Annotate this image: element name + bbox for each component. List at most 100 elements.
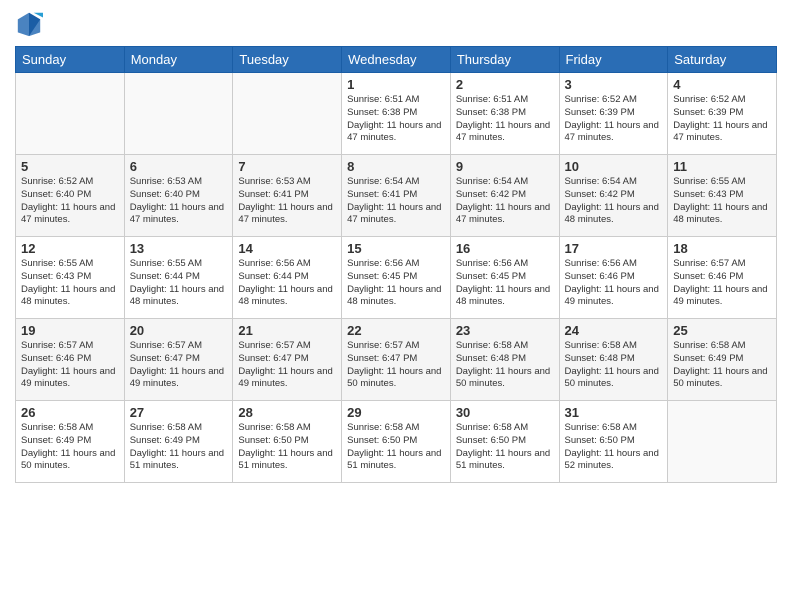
calendar-cell: [668, 401, 777, 483]
day-info: Sunrise: 6:56 AM Sunset: 6:46 PM Dayligh…: [565, 258, 663, 309]
day-info: Sunrise: 6:57 AM Sunset: 6:47 PM Dayligh…: [347, 340, 445, 391]
col-header-friday: Friday: [559, 47, 668, 73]
day-info: Sunrise: 6:57 AM Sunset: 6:46 PM Dayligh…: [673, 258, 771, 309]
calendar-cell: 23 Sunrise: 6:58 AM Sunset: 6:48 PM Dayli…: [450, 319, 559, 401]
header: [15, 10, 777, 38]
day-number: 12: [21, 241, 119, 256]
day-number: 16: [456, 241, 554, 256]
day-number: 26: [21, 405, 119, 420]
col-header-monday: Monday: [124, 47, 233, 73]
logo-icon: [15, 10, 43, 38]
calendar-week-row: 1 Sunrise: 6:51 AM Sunset: 6:38 PM Daylig…: [16, 73, 777, 155]
day-number: 27: [130, 405, 228, 420]
calendar-cell: 1 Sunrise: 6:51 AM Sunset: 6:38 PM Daylig…: [342, 73, 451, 155]
calendar: SundayMondayTuesdayWednesdayThursdayFrid…: [15, 46, 777, 483]
calendar-cell: 2 Sunrise: 6:51 AM Sunset: 6:38 PM Daylig…: [450, 73, 559, 155]
day-number: 4: [673, 77, 771, 92]
day-number: 31: [565, 405, 663, 420]
day-info: Sunrise: 6:54 AM Sunset: 6:41 PM Dayligh…: [347, 176, 445, 227]
day-number: 23: [456, 323, 554, 338]
day-number: 22: [347, 323, 445, 338]
calendar-week-row: 19Sunrise: 6:57 AM Sunset: 6:46 PM Dayli…: [16, 319, 777, 401]
day-info: Sunrise: 6:56 AM Sunset: 6:45 PM Dayligh…: [456, 258, 554, 309]
day-number: 5: [21, 159, 119, 174]
day-number: 29: [347, 405, 445, 420]
calendar-cell: 13Sunrise: 6:55 AM Sunset: 6:44 PM Dayli…: [124, 237, 233, 319]
col-header-wednesday: Wednesday: [342, 47, 451, 73]
calendar-cell: 25 Sunrise: 6:58 AM Sunset: 6:49 PM Dayli…: [668, 319, 777, 401]
day-info: Sunrise: 6:51 AM Sunset: 6:38 PM Dayligh…: [456, 94, 554, 145]
day-info: Sunrise: 6:52 AM Sunset: 6:39 PM Dayligh…: [565, 94, 663, 145]
day-info: Sunrise: 6:57 AM Sunset: 6:47 PM Dayligh…: [238, 340, 336, 391]
day-info: Sunrise: 6:58 AM Sunset: 6:50 PM Dayligh…: [347, 422, 445, 473]
calendar-cell: 7 Sunrise: 6:53 AM Sunset: 6:41 PM Daylig…: [233, 155, 342, 237]
day-number: 9: [456, 159, 554, 174]
day-number: 10: [565, 159, 663, 174]
calendar-header-row: SundayMondayTuesdayWednesdayThursdayFrid…: [16, 47, 777, 73]
calendar-cell: 5Sunrise: 6:52 AM Sunset: 6:40 PM Daylig…: [16, 155, 125, 237]
day-info: Sunrise: 6:58 AM Sunset: 6:49 PM Dayligh…: [130, 422, 228, 473]
day-info: Sunrise: 6:53 AM Sunset: 6:40 PM Dayligh…: [130, 176, 228, 227]
day-number: 6: [130, 159, 228, 174]
calendar-cell: 31 Sunrise: 6:58 AM Sunset: 6:50 PM Dayli…: [559, 401, 668, 483]
day-number: 11: [673, 159, 771, 174]
calendar-cell: 14Sunrise: 6:56 AM Sunset: 6:44 PM Dayli…: [233, 237, 342, 319]
page: SundayMondayTuesdayWednesdayThursdayFrid…: [0, 0, 792, 612]
day-info: Sunrise: 6:55 AM Sunset: 6:43 PM Dayligh…: [673, 176, 771, 227]
calendar-cell: 8 Sunrise: 6:54 AM Sunset: 6:41 PM Daylig…: [342, 155, 451, 237]
day-info: Sunrise: 6:51 AM Sunset: 6:38 PM Dayligh…: [347, 94, 445, 145]
day-number: 25: [673, 323, 771, 338]
calendar-cell: [233, 73, 342, 155]
calendar-week-row: 26 Sunrise: 6:58 AM Sunset: 6:49 PM Dayli…: [16, 401, 777, 483]
calendar-cell: 27 Sunrise: 6:58 AM Sunset: 6:49 PM Dayli…: [124, 401, 233, 483]
calendar-cell: 9 Sunrise: 6:54 AM Sunset: 6:42 PM Daylig…: [450, 155, 559, 237]
day-number: 8: [347, 159, 445, 174]
calendar-cell: 3 Sunrise: 6:52 AM Sunset: 6:39 PM Daylig…: [559, 73, 668, 155]
day-info: Sunrise: 6:58 AM Sunset: 6:48 PM Dayligh…: [456, 340, 554, 391]
calendar-cell: 24 Sunrise: 6:58 AM Sunset: 6:48 PM Dayli…: [559, 319, 668, 401]
day-info: Sunrise: 6:54 AM Sunset: 6:42 PM Dayligh…: [565, 176, 663, 227]
calendar-cell: [16, 73, 125, 155]
day-info: Sunrise: 6:54 AM Sunset: 6:42 PM Dayligh…: [456, 176, 554, 227]
calendar-cell: 12Sunrise: 6:55 AM Sunset: 6:43 PM Dayli…: [16, 237, 125, 319]
calendar-cell: 11 Sunrise: 6:55 AM Sunset: 6:43 PM Dayli…: [668, 155, 777, 237]
col-header-sunday: Sunday: [16, 47, 125, 73]
calendar-week-row: 5Sunrise: 6:52 AM Sunset: 6:40 PM Daylig…: [16, 155, 777, 237]
calendar-cell: 21Sunrise: 6:57 AM Sunset: 6:47 PM Dayli…: [233, 319, 342, 401]
day-number: 1: [347, 77, 445, 92]
calendar-cell: 19Sunrise: 6:57 AM Sunset: 6:46 PM Dayli…: [16, 319, 125, 401]
day-info: Sunrise: 6:58 AM Sunset: 6:50 PM Dayligh…: [565, 422, 663, 473]
calendar-cell: 16 Sunrise: 6:56 AM Sunset: 6:45 PM Dayli…: [450, 237, 559, 319]
day-info: Sunrise: 6:57 AM Sunset: 6:46 PM Dayligh…: [21, 340, 119, 391]
calendar-cell: 28Sunrise: 6:58 AM Sunset: 6:50 PM Dayli…: [233, 401, 342, 483]
col-header-tuesday: Tuesday: [233, 47, 342, 73]
calendar-cell: 20Sunrise: 6:57 AM Sunset: 6:47 PM Dayli…: [124, 319, 233, 401]
day-info: Sunrise: 6:58 AM Sunset: 6:49 PM Dayligh…: [21, 422, 119, 473]
calendar-cell: 22 Sunrise: 6:57 AM Sunset: 6:47 PM Dayli…: [342, 319, 451, 401]
col-header-thursday: Thursday: [450, 47, 559, 73]
day-info: Sunrise: 6:56 AM Sunset: 6:45 PM Dayligh…: [347, 258, 445, 309]
day-info: Sunrise: 6:53 AM Sunset: 6:41 PM Dayligh…: [238, 176, 336, 227]
day-info: Sunrise: 6:58 AM Sunset: 6:48 PM Dayligh…: [565, 340, 663, 391]
calendar-cell: 4 Sunrise: 6:52 AM Sunset: 6:39 PM Daylig…: [668, 73, 777, 155]
calendar-cell: 26 Sunrise: 6:58 AM Sunset: 6:49 PM Dayli…: [16, 401, 125, 483]
calendar-cell: 29 Sunrise: 6:58 AM Sunset: 6:50 PM Dayli…: [342, 401, 451, 483]
day-number: 3: [565, 77, 663, 92]
day-info: Sunrise: 6:52 AM Sunset: 6:39 PM Dayligh…: [673, 94, 771, 145]
day-number: 2: [456, 77, 554, 92]
day-info: Sunrise: 6:58 AM Sunset: 6:49 PM Dayligh…: [673, 340, 771, 391]
col-header-saturday: Saturday: [668, 47, 777, 73]
day-info: Sunrise: 6:56 AM Sunset: 6:44 PM Dayligh…: [238, 258, 336, 309]
calendar-week-row: 12Sunrise: 6:55 AM Sunset: 6:43 PM Dayli…: [16, 237, 777, 319]
day-number: 18: [673, 241, 771, 256]
day-info: Sunrise: 6:55 AM Sunset: 6:44 PM Dayligh…: [130, 258, 228, 309]
day-number: 24: [565, 323, 663, 338]
day-number: 7: [238, 159, 336, 174]
logo: [15, 10, 47, 38]
calendar-cell: 18 Sunrise: 6:57 AM Sunset: 6:46 PM Dayli…: [668, 237, 777, 319]
day-info: Sunrise: 6:57 AM Sunset: 6:47 PM Dayligh…: [130, 340, 228, 391]
day-number: 15: [347, 241, 445, 256]
day-info: Sunrise: 6:58 AM Sunset: 6:50 PM Dayligh…: [238, 422, 336, 473]
calendar-cell: 10 Sunrise: 6:54 AM Sunset: 6:42 PM Dayli…: [559, 155, 668, 237]
calendar-cell: 15 Sunrise: 6:56 AM Sunset: 6:45 PM Dayli…: [342, 237, 451, 319]
